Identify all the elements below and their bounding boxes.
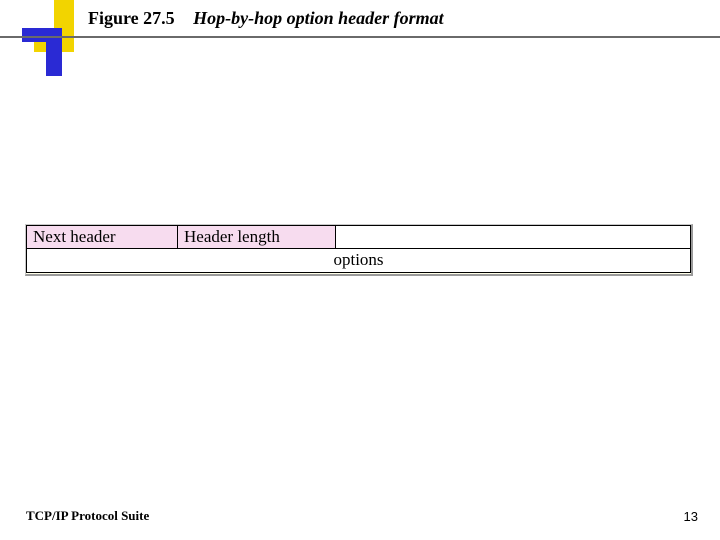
footer-suite: TCP/IP Protocol Suite bbox=[26, 508, 149, 524]
figure-number: Figure 27.5 bbox=[88, 8, 175, 28]
slide-logo bbox=[22, 0, 76, 78]
diagram-row-1: Next header Header length bbox=[26, 225, 691, 249]
header-format-diagram: Next header Header length options bbox=[25, 224, 693, 276]
page-number: 13 bbox=[684, 509, 698, 524]
title-divider bbox=[0, 36, 720, 38]
figure-title: Figure 27.5 Hop-by-hop option header for… bbox=[88, 8, 444, 29]
figure-caption: Hop-by-hop option header format bbox=[193, 8, 444, 28]
cell-header-length: Header length bbox=[178, 225, 336, 249]
logo-shape bbox=[46, 34, 62, 76]
cell-next-header: Next header bbox=[26, 225, 178, 249]
cell-options: options bbox=[333, 250, 383, 269]
cell-blank bbox=[336, 225, 691, 249]
diagram-row-2: options bbox=[26, 249, 691, 273]
